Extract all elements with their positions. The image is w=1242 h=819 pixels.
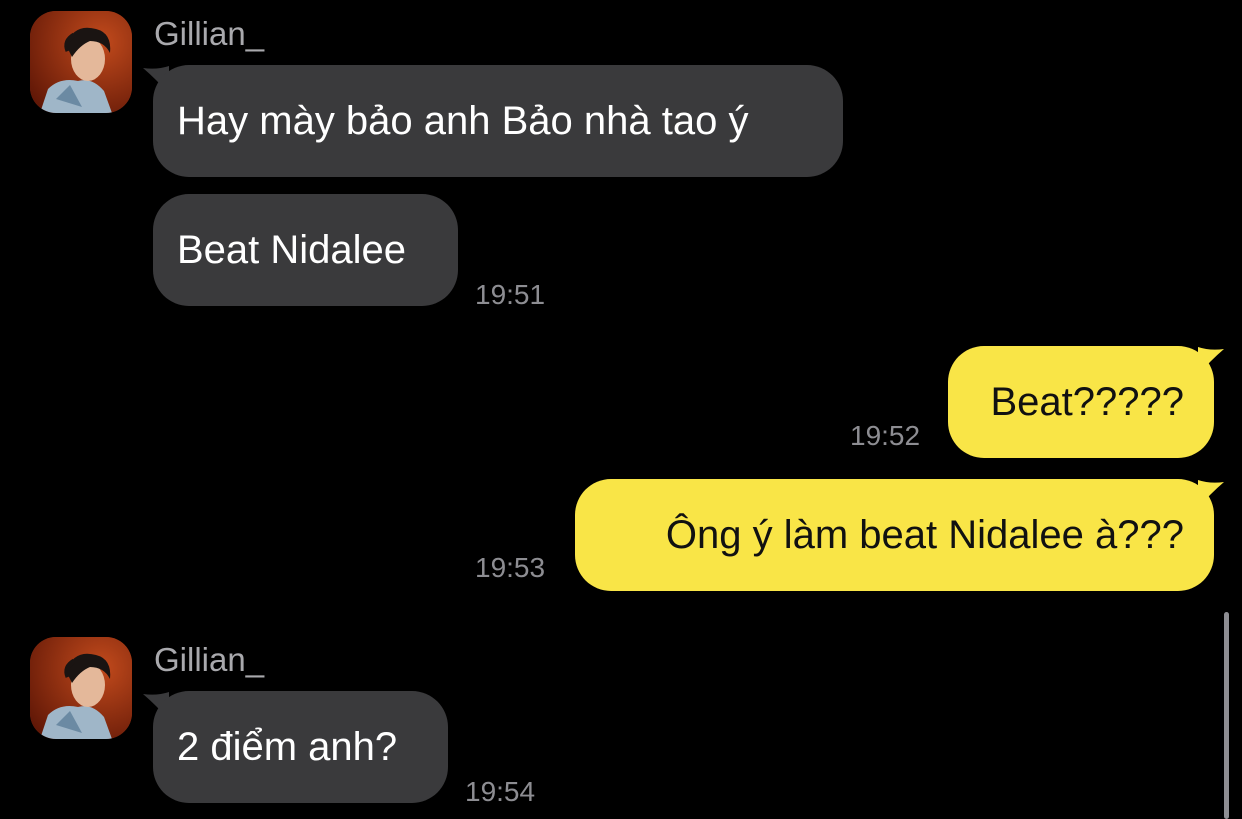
sender-name: Gillian_ [154,15,265,52]
message-timestamp: 19:53 [475,552,546,583]
profile-photo-icon [30,11,132,113]
message-timestamp: 19:54 [465,776,536,807]
sender-name: Gillian_ [154,641,265,678]
sender-avatar[interactable] [30,11,132,113]
scrollbar[interactable] [1224,612,1229,819]
message-bubble[interactable]: Beat????? [948,346,1214,458]
message-bubble[interactable]: 2 điểm anh? [153,691,448,803]
message-timestamp: 19:52 [850,420,921,451]
message-timestamp: 19:51 [475,279,546,310]
profile-photo-icon [30,637,132,739]
message-bubble[interactable]: Hay mày bảo anh Bảo nhà tao ý [153,65,843,177]
message-bubble[interactable]: Ông ý làm beat Nidalee à??? [575,479,1214,591]
sender-avatar[interactable] [30,637,132,739]
message-bubble[interactable]: Beat Nidalee [153,194,458,306]
